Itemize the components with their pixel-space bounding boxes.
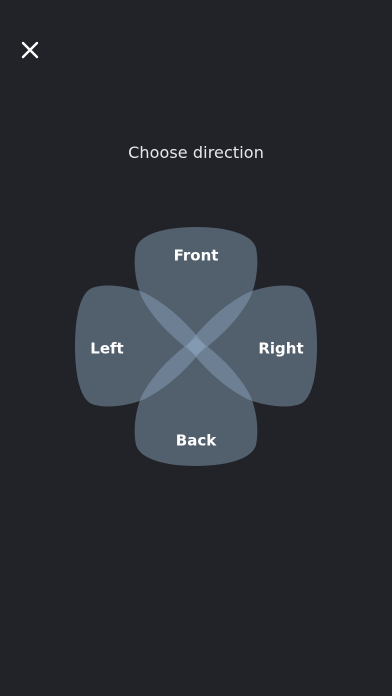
direction-pad: Front Left Right Back: [75, 227, 317, 466]
